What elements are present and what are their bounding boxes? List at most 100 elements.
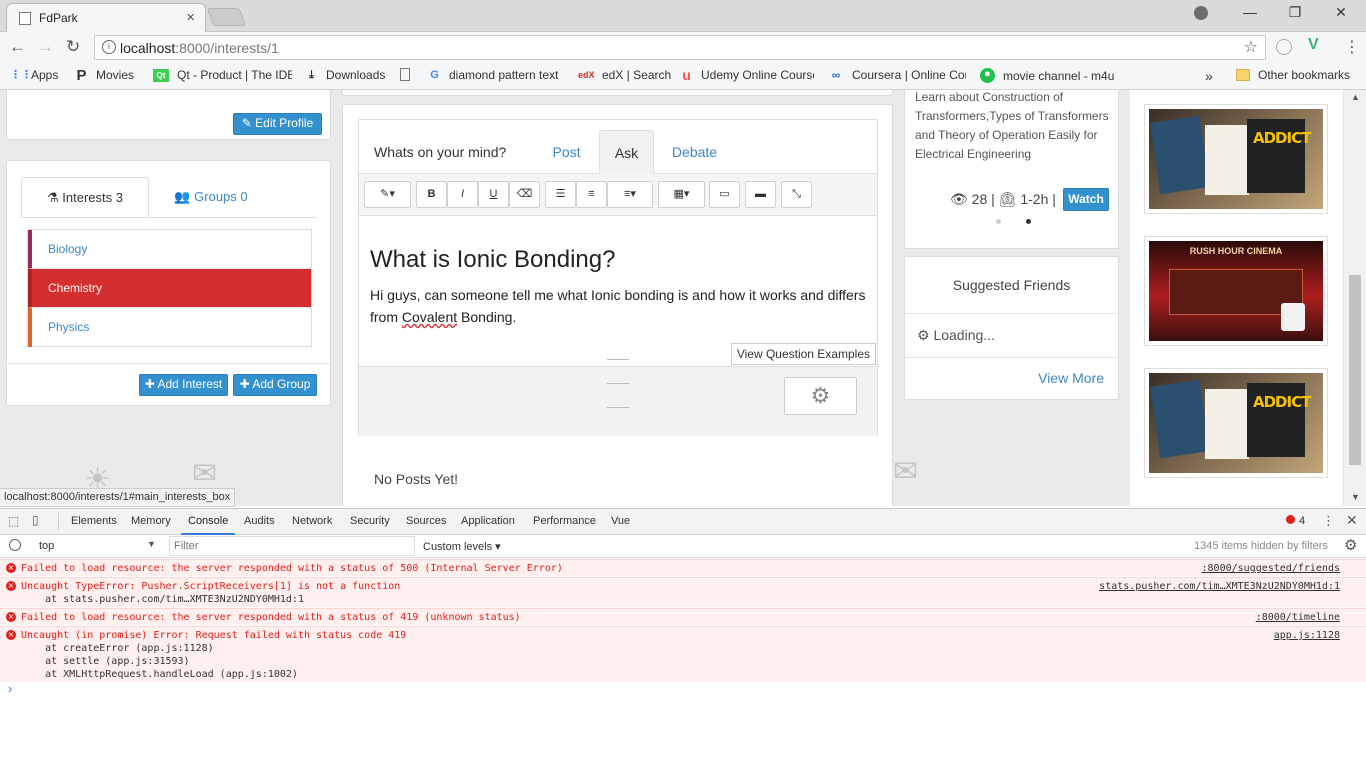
- italic-button[interactable]: I: [447, 181, 478, 208]
- restore-button[interactable]: ❐: [1280, 4, 1310, 21]
- error-source-link[interactable]: stats.pusher.com/tim…XMTE3NzU2NDY0MH1d:1: [1099, 580, 1340, 593]
- tab-interests[interactable]: ⚗ Interests 3: [21, 177, 149, 217]
- bookmark-downloads[interactable]: ⤓ Downloads: [305, 68, 385, 82]
- stack-trace-line[interactable]: at stats.pusher.com/tim…XMTE3NzU2NDY0MH1…: [21, 593, 304, 606]
- tab-groups[interactable]: 👥 Groups 0: [151, 177, 271, 217]
- profile-avatar-icon[interactable]: [1194, 6, 1208, 20]
- devtools-tab-elements[interactable]: Elements: [71, 515, 117, 527]
- view-more-link[interactable]: View More: [1038, 370, 1104, 386]
- clear-console-icon[interactable]: [9, 539, 21, 551]
- bookmark-apps[interactable]: ⋮⋮ Apps: [10, 68, 58, 82]
- settings-gear-icon[interactable]: ⚙: [784, 377, 857, 415]
- add-group-button[interactable]: ✚ Add Group: [233, 374, 317, 396]
- console-error-message[interactable]: × Failed to load resource: the server res…: [0, 559, 1366, 576]
- bookmark-edx[interactable]: edX edX | Search: [578, 68, 671, 82]
- error-count[interactable]: 4: [1299, 515, 1305, 527]
- edit-profile-button[interactable]: ✎ Edit Profile: [233, 113, 322, 135]
- view-question-examples-button[interactable]: View Question Examples: [730, 343, 876, 365]
- device-toolbar-icon[interactable]: ▯: [32, 513, 39, 527]
- stack-trace-line[interactable]: at settle (app.js:31593): [21, 655, 190, 668]
- new-tab-button[interactable]: [206, 8, 247, 26]
- bookmark-coursera[interactable]: ∞ Coursera | Online Cou: [828, 68, 966, 82]
- ad-banner-books[interactable]: ADDICT: [1144, 368, 1328, 478]
- stack-trace-line[interactable]: at createError (app.js:1128): [21, 642, 214, 655]
- watch-button[interactable]: Watch: [1063, 188, 1109, 211]
- horizontal-rule-icon[interactable]: ▬: [745, 181, 776, 208]
- scroll-up-icon[interactable]: ▲: [1351, 92, 1360, 102]
- bookmarks-overflow[interactable]: »: [1205, 68, 1213, 84]
- devtools-tab-console[interactable]: Console: [188, 515, 228, 527]
- devtools-tab-vue[interactable]: Vue: [611, 515, 630, 527]
- close-tab-icon[interactable]: ×: [186, 9, 195, 26]
- devtools-tab-network[interactable]: Network: [292, 515, 332, 527]
- context-selector[interactable]: top: [39, 540, 54, 552]
- interest-item-physics[interactable]: Physics: [28, 308, 311, 347]
- console-prompt[interactable]: ›: [8, 681, 12, 696]
- tab-debate[interactable]: Debate: [662, 130, 727, 174]
- bookmark-qt[interactable]: Qt Qt - Product | The IDE: [153, 68, 292, 82]
- devtools-tab-memory[interactable]: Memory: [131, 515, 171, 527]
- image-icon[interactable]: ▭: [709, 181, 740, 208]
- bookmark-m4u[interactable]: ● movie channel - m4u: [980, 68, 1115, 83]
- inspect-element-icon[interactable]: ⬚: [8, 514, 19, 528]
- interest-item-chemistry[interactable]: Chemistry: [28, 269, 311, 308]
- console-filter-input[interactable]: [169, 536, 415, 556]
- log-levels-dropdown[interactable]: Custom levels ▾: [423, 540, 501, 553]
- bookmark-udemy[interactable]: u Udemy Online Course: [680, 68, 814, 83]
- browser-tab[interactable]: FdPark ×: [6, 3, 206, 32]
- editor-body[interactable]: What is Ionic Bonding? Hi guys, can some…: [359, 216, 877, 365]
- devtools-tab-security[interactable]: Security: [350, 515, 390, 527]
- table-dropdown-icon[interactable]: ▦▾: [658, 181, 705, 208]
- align-dropdown-icon[interactable]: ≡▾: [607, 181, 653, 208]
- eraser-icon[interactable]: ⌫: [509, 181, 540, 208]
- close-window-button[interactable]: ✕: [1326, 4, 1356, 21]
- bold-button[interactable]: B: [416, 181, 447, 208]
- error-source-link[interactable]: :8000/timeline: [1256, 611, 1340, 624]
- tab-ask[interactable]: Ask: [599, 130, 654, 174]
- fullscreen-icon[interactable]: ⤡: [781, 181, 812, 208]
- devtools-tab-audits[interactable]: Audits: [244, 515, 275, 527]
- minimize-button[interactable]: —: [1235, 4, 1265, 20]
- bookmark-page[interactable]: [400, 68, 418, 81]
- console-error-message[interactable]: × Uncaught (in promise) Error: Request fa…: [0, 626, 1366, 682]
- context-dropdown-icon[interactable]: ▼: [147, 539, 156, 549]
- tab-post[interactable]: Post: [539, 130, 594, 174]
- underline-button[interactable]: U: [478, 181, 509, 208]
- site-info-icon[interactable]: i: [102, 40, 116, 54]
- devtools-tab-sources[interactable]: Sources: [406, 515, 446, 527]
- interest-item-biology[interactable]: Biology: [28, 230, 311, 269]
- bookmark-diamond[interactable]: Gdiamond pattern text: [428, 68, 567, 82]
- reload-icon[interactable]: ↻: [66, 37, 80, 57]
- error-source-link[interactable]: :8000/suggested/friends: [1202, 562, 1340, 575]
- console-error-message[interactable]: × Failed to load resource: the server res…: [0, 608, 1366, 625]
- carousel-dot[interactable]: [996, 219, 1001, 224]
- ad-banner-books[interactable]: ADDICT: [1144, 104, 1328, 214]
- bookmark-star-icon[interactable]: ☆: [1244, 37, 1258, 57]
- ad-banner-cinema[interactable]: RUSH HOUR CINEMA: [1144, 236, 1328, 346]
- bookmark-movies[interactable]: P Movies: [75, 68, 134, 83]
- scroll-down-icon[interactable]: ▼: [1351, 492, 1360, 502]
- console-settings-gear-icon[interactable]: ⚙: [1344, 536, 1357, 554]
- back-arrow-icon[interactable]: ←: [9, 37, 26, 57]
- devtools-close-icon[interactable]: ✕: [1346, 512, 1358, 529]
- console-error-message[interactable]: × Uncaught TypeError: Pusher.ScriptReceiv…: [0, 577, 1366, 607]
- carousel-dot-active[interactable]: [1026, 219, 1031, 224]
- menu-kebab-icon[interactable]: ⋮: [1344, 37, 1360, 57]
- vue-extension-icon[interactable]: V: [1308, 36, 1319, 54]
- address-bar[interactable]: i localhost:8000/interests/1 ☆: [94, 35, 1266, 60]
- devtools-tab-application[interactable]: Application: [461, 515, 515, 527]
- other-bookmarks[interactable]: Other bookmarks: [1236, 68, 1350, 82]
- error-source-link[interactable]: app.js:1128: [1274, 629, 1340, 642]
- magic-style-icon[interactable]: ✎▾: [364, 181, 411, 208]
- forward-arrow-icon[interactable]: →: [37, 37, 54, 57]
- extension-circle-icon[interactable]: [1276, 39, 1292, 55]
- scroll-thumb[interactable]: [1349, 275, 1361, 465]
- stack-trace-line[interactable]: at XMLHttpRequest.handleLoad (app.js:100…: [21, 668, 298, 681]
- numbered-list-icon[interactable]: ≡: [576, 181, 607, 208]
- devtools-tab-performance[interactable]: Performance: [533, 515, 596, 527]
- page-scrollbar[interactable]: ▲ ▼: [1343, 90, 1366, 506]
- devtools-menu-icon[interactable]: ⋮: [1322, 513, 1335, 529]
- bullet-list-icon[interactable]: ☰: [545, 181, 576, 208]
- resize-handle[interactable]: [607, 359, 629, 408]
- add-interest-button[interactable]: ✚ Add Interest: [139, 374, 228, 396]
